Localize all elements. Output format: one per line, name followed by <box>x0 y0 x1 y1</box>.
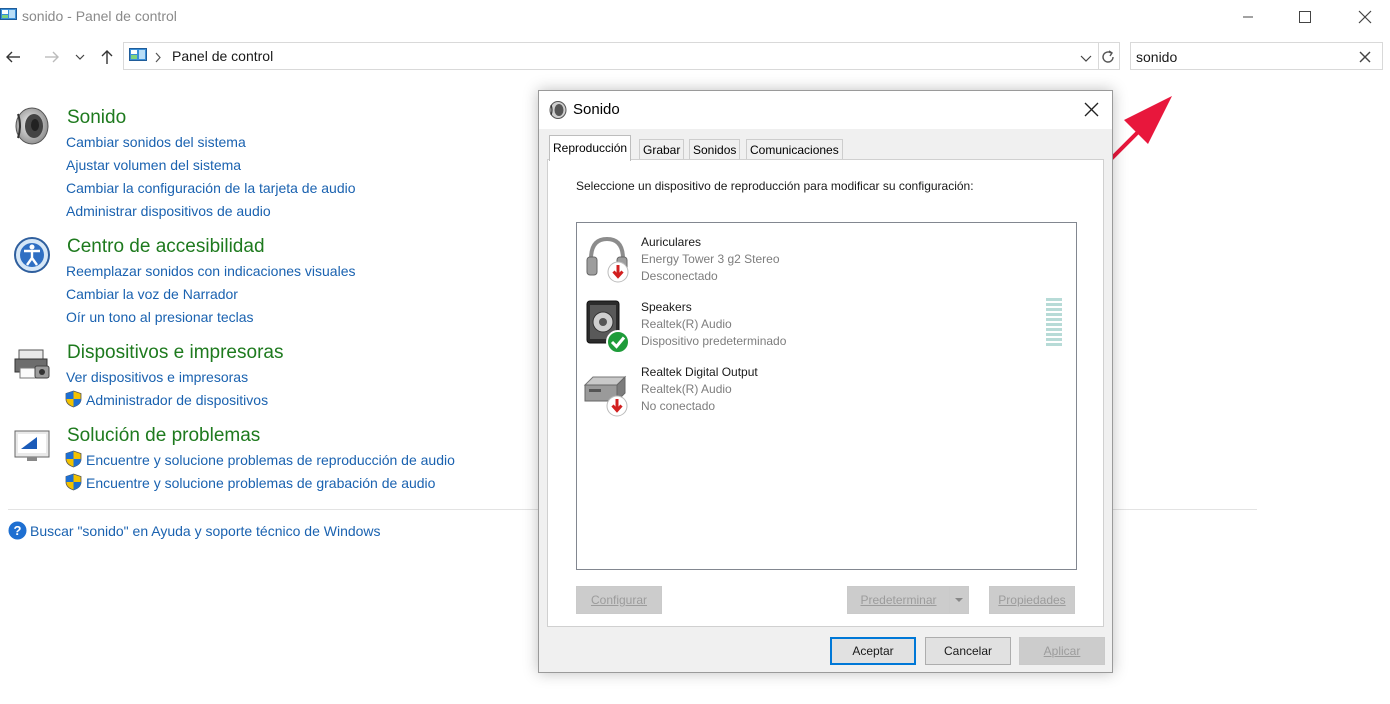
device-detail: Realtek(R) Audio <box>641 382 732 396</box>
address-dropdown-icon[interactable] <box>1080 51 1092 69</box>
playback-tab-panel: Seleccione un dispositivo de reproducció… <box>547 159 1104 627</box>
minimize-button[interactable] <box>1225 0 1271 34</box>
address-divider <box>1098 43 1099 69</box>
volume-level-meter <box>1045 297 1063 352</box>
apply-button[interactable]: Aplicar <box>1019 637 1105 665</box>
uac-shield-icon <box>65 473 82 491</box>
up-arrow-icon <box>101 50 113 64</box>
window-title-bar: sonido - Panel de control <box>0 0 1390 34</box>
device-name: Speakers <box>641 300 692 314</box>
dialog-close-button[interactable] <box>1084 102 1099 122</box>
address-path[interactable]: Panel de control <box>172 48 273 64</box>
tab-comunicaciones[interactable]: Comunicaciones <box>746 139 843 160</box>
address-bar[interactable]: Panel de control <box>123 42 1120 70</box>
link-ajustar-volumen[interactable]: Ajustar volumen del sistema <box>66 157 241 173</box>
link-reemplazar-sonidos[interactable]: Reemplazar sonidos con indicaciones visu… <box>66 263 356 279</box>
uac-shield-icon <box>65 390 82 408</box>
refresh-icon[interactable] <box>1100 49 1116 70</box>
window-title: sonido - Panel de control <box>22 8 177 24</box>
headphones-icon <box>585 233 631 288</box>
close-icon <box>1084 102 1099 117</box>
help-icon: ? <box>8 521 27 545</box>
device-detail: Realtek(R) Audio <box>641 317 732 331</box>
accessibility-icon <box>13 236 51 279</box>
control-panel-app-icon <box>0 8 17 22</box>
device-name: Auriculares <box>641 235 702 249</box>
back-arrow-icon <box>6 51 20 63</box>
dialog-title-bar: Sonido <box>539 91 1112 129</box>
clear-search-icon[interactable] <box>1359 50 1371 68</box>
link-oir-tono[interactable]: Oír un tono al presionar teclas <box>66 309 254 325</box>
control-panel-icon <box>129 48 147 68</box>
device-status: No conectado <box>641 399 716 413</box>
set-default-button[interactable]: Predeterminar <box>847 586 950 614</box>
help-search-link[interactable]: Buscar "sonido" en Ayuda y soporte técni… <box>30 523 381 539</box>
link-cambiar-sonidos[interactable]: Cambiar sonidos del sistema <box>66 134 246 150</box>
cancel-button[interactable]: Cancelar <box>925 637 1011 665</box>
speaker-device-icon <box>585 297 631 358</box>
svg-text:?: ? <box>14 523 22 538</box>
forward-button[interactable] <box>39 44 65 70</box>
category-title-sonido[interactable]: Sonido <box>67 107 126 129</box>
device-item-speakers[interactable]: Speakers Realtek(R) Audio Dispositivo pr… <box>579 293 1074 355</box>
tab-sonidos[interactable]: Sonidos <box>689 139 741 160</box>
troubleshooting-icon <box>13 429 53 468</box>
maximize-icon <box>1299 11 1311 23</box>
uac-shield-icon <box>65 450 82 468</box>
apply-button-label: Aplicar <box>1043 644 1081 658</box>
category-title-solucion-problemas[interactable]: Solución de problemas <box>67 425 260 447</box>
device-status: Dispositivo predeterminado <box>641 334 787 348</box>
sound-dialog-icon <box>549 101 567 124</box>
configure-button-label: Configurar <box>590 593 648 607</box>
digital-output-icon <box>583 369 631 424</box>
device-detail: Energy Tower 3 g2 Stereo <box>641 252 780 266</box>
chevron-right-icon[interactable] <box>154 50 162 68</box>
set-default-button-label: Predeterminar <box>860 593 937 607</box>
device-name: Realtek Digital Output <box>641 365 758 379</box>
link-administrador-dispositivos[interactable]: Administrador de dispositivos <box>86 392 268 408</box>
category-title-accesibilidad[interactable]: Centro de accesibilidad <box>67 236 265 258</box>
close-window-button[interactable] <box>1342 0 1388 34</box>
search-box[interactable] <box>1130 42 1383 70</box>
speaker-icon <box>14 106 50 151</box>
properties-button-label: Propiedades <box>998 593 1066 607</box>
dropdown-arrow-icon <box>955 598 963 602</box>
back-button[interactable] <box>0 44 26 70</box>
dialog-title: Sonido <box>573 101 620 118</box>
tab-reproduccion[interactable]: Reproducción <box>549 135 632 161</box>
minimize-icon <box>1243 16 1253 18</box>
instruction-text: Seleccione un dispositivo de reproducció… <box>576 179 974 193</box>
device-item-digital-output[interactable]: Realtek Digital Output Realtek(R) Audio … <box>579 359 1074 421</box>
link-voz-narrador[interactable]: Cambiar la voz de Narrador <box>66 286 238 302</box>
up-button[interactable] <box>94 44 120 70</box>
chevron-down-icon <box>75 54 85 60</box>
forward-arrow-icon <box>45 51 59 63</box>
tab-grabar[interactable]: Grabar <box>639 139 685 160</box>
set-default-dropdown-button[interactable] <box>949 586 969 614</box>
configure-button[interactable]: Configurar <box>576 586 662 614</box>
ok-button[interactable]: Aceptar <box>830 637 916 665</box>
properties-button[interactable]: Propiedades <box>989 586 1075 614</box>
link-config-tarjeta-audio[interactable]: Cambiar la configuración de la tarjeta d… <box>66 180 356 196</box>
category-title-dispositivos[interactable]: Dispositivos e impresoras <box>67 342 283 364</box>
link-ver-dispositivos[interactable]: Ver dispositivos e impresoras <box>66 369 248 385</box>
link-problemas-reproduccion[interactable]: Encuentre y solucione problemas de repro… <box>86 452 455 468</box>
device-item-auriculares[interactable]: Auriculares Energy Tower 3 g2 Stereo Des… <box>579 227 1074 289</box>
maximize-button[interactable] <box>1282 0 1328 34</box>
recent-locations-button[interactable] <box>69 44 91 70</box>
device-status: Desconectado <box>641 269 718 283</box>
close-icon <box>1358 10 1372 24</box>
link-problemas-grabacion[interactable]: Encuentre y solucione problemas de graba… <box>86 475 435 491</box>
playback-device-list[interactable]: Auriculares Energy Tower 3 g2 Stereo Des… <box>576 222 1077 570</box>
sound-dialog: Sonido Reproducción Grabar Sonidos Comun… <box>538 90 1113 673</box>
devices-printers-icon <box>13 348 51 387</box>
search-input[interactable] <box>1136 47 1351 67</box>
link-administrar-dispositivos-audio[interactable]: Administrar dispositivos de audio <box>66 203 271 219</box>
